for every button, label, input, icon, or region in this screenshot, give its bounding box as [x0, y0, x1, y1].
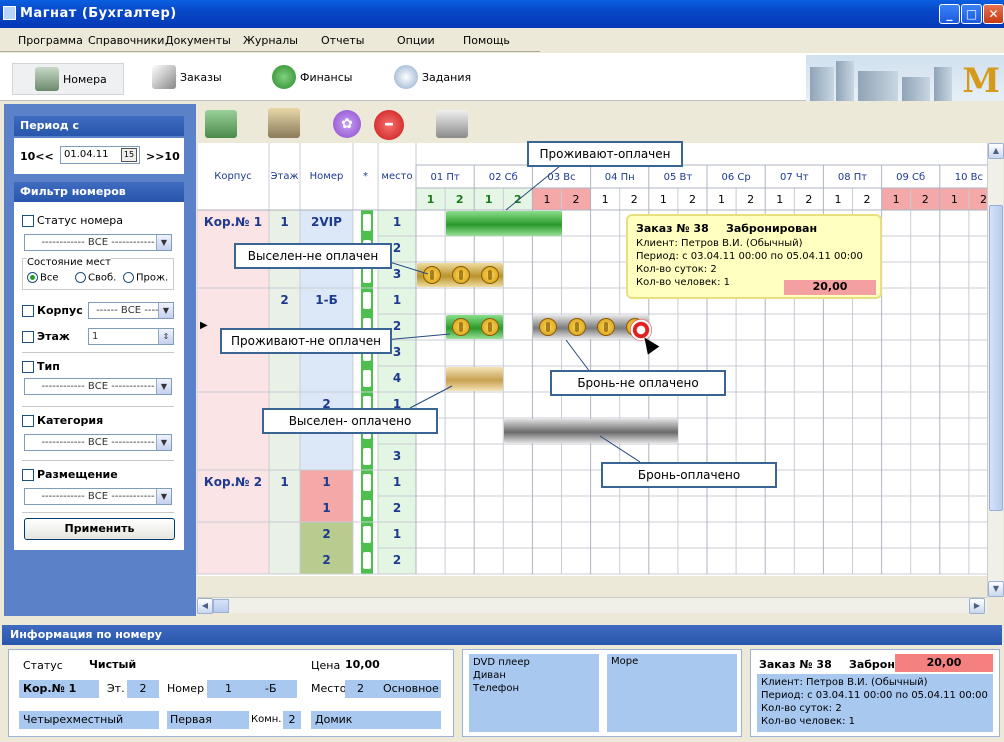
amenity-item: Диван: [473, 670, 506, 681]
corpus-field: Кор.№ 1: [19, 680, 99, 698]
order-people: Кол-во человек: 1: [761, 716, 855, 727]
room-info-box: Статус Чистый Цена 10,00 Кор.№ 1 Эт. 2 Н…: [8, 649, 454, 737]
place-field: 2 Основное: [345, 680, 441, 698]
legend-lived-unpaid: Проживают-не оплачен: [220, 328, 392, 354]
tooltip-sum: 20,00: [784, 280, 876, 295]
order-info-box: Заказ № 38 Забронирован 20,00 Клиент: Пе…: [750, 649, 1000, 737]
room-label: Номер: [167, 682, 205, 695]
order-number: Заказ № 38: [759, 658, 832, 671]
amenity-item: DVD плеер: [473, 657, 530, 668]
price-value: 10,00: [345, 658, 380, 671]
scroll-up-icon[interactable]: ▲: [988, 143, 1004, 159]
floor-field: 2: [127, 680, 159, 698]
legend-checkedout-unpaid: Выселен-не оплачен: [234, 243, 392, 269]
scroll-right-icon[interactable]: ▶: [969, 598, 985, 614]
order-period: Период: с 03.04.11 00:00 по 05.04.11 00:…: [761, 690, 988, 701]
place-label: Место: [311, 682, 347, 695]
place-field-kind: Основное: [383, 682, 439, 695]
order-nights: Кол-во суток: 2: [761, 703, 842, 714]
order-details: Клиент: Петров В.И. (Обычный) Период: с …: [757, 674, 993, 732]
status-label: Статус: [23, 659, 63, 672]
tooltip-order: Заказ № 38: [636, 222, 709, 235]
tooltip-client: Клиент: Петров В.И. (Обычный): [636, 238, 803, 249]
category-field: Первая: [167, 711, 249, 729]
legend-lived-paid: Проживают-оплачен: [527, 141, 683, 167]
amenities-list: DVD плеер Диван Телефон: [469, 654, 599, 732]
amenities-box: DVD плеер Диван Телефон Море: [462, 649, 742, 737]
status-value: Чистый: [89, 658, 137, 671]
vertical-scrollbar[interactable]: ▲ ▼: [987, 143, 1004, 597]
horizontal-scroll-thumb[interactable]: [213, 599, 229, 613]
floor-label: Эт.: [107, 682, 125, 695]
legend-booked-unpaid: Бронь-не оплачено: [550, 370, 726, 396]
amenity-item: Телефон: [473, 683, 520, 694]
price-label: Цена: [311, 659, 341, 672]
building-field: Домик: [311, 711, 441, 729]
room-info-title: Информация по номеру: [2, 625, 1002, 645]
horizontal-scrollbar[interactable]: ◀ ▶: [197, 597, 987, 614]
vertical-scroll-thumb[interactable]: [989, 205, 1003, 511]
scroll-down-icon[interactable]: ▼: [988, 581, 1004, 597]
tooltip-state: Забронирован: [726, 222, 818, 235]
tooltip-people: Кол-во человек: 1: [636, 277, 730, 288]
scroll-left-icon[interactable]: ◀: [197, 598, 213, 614]
order-tooltip: Заказ № 38 Забронирован Клиент: Петров В…: [626, 214, 882, 299]
legend-booked-paid: Бронь-оплачено: [601, 462, 777, 488]
room-field: 1 -Б: [207, 680, 297, 698]
rooms-field: 2: [283, 711, 301, 729]
view-field: Море: [607, 654, 737, 732]
tooltip-period: Период: с 03.04.11 00:00 по 05.04.11 00:…: [636, 251, 863, 262]
room-type-field: Четырехместный: [19, 711, 159, 729]
tooltip-nights: Кол-во суток: 2: [636, 264, 717, 275]
order-client: Клиент: Петров В.И. (Обычный): [761, 677, 928, 688]
legend-checkedout-paid: Выселен- оплачено: [262, 408, 438, 434]
order-sum: 20,00: [895, 654, 993, 672]
room-field-suffix: -Б: [265, 682, 277, 695]
rooms-label: Комн.: [251, 714, 282, 725]
place-field-value: 2: [357, 682, 364, 695]
room-field-value: 1: [225, 682, 232, 695]
